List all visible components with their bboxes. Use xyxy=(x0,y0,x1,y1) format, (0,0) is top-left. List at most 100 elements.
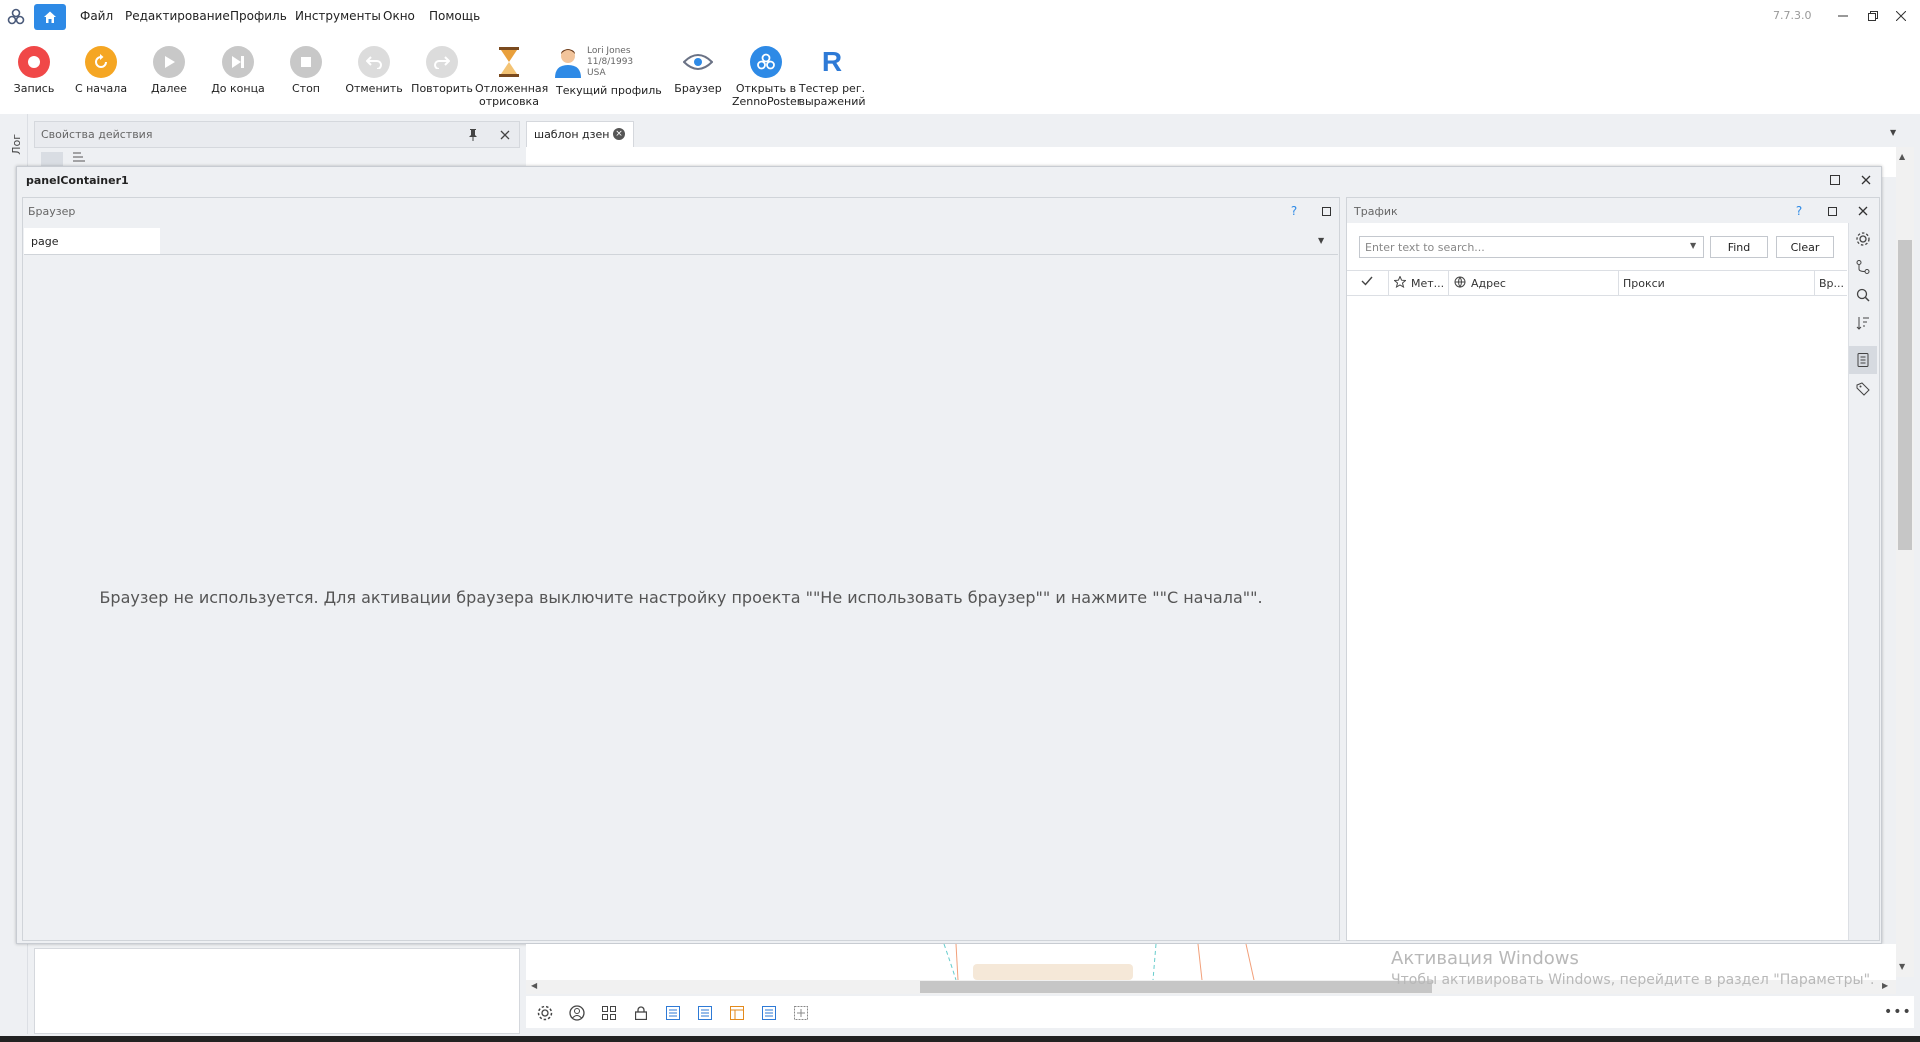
column-separator[interactable] xyxy=(1814,270,1815,296)
search-dropdown-icon[interactable]: ▼ xyxy=(1690,241,1700,253)
pc-maximize-icon[interactable] xyxy=(1827,172,1843,188)
column-method[interactable]: Мет... xyxy=(1411,277,1444,290)
menu-tools[interactable]: Инструменты xyxy=(295,9,381,23)
deferred-render-button[interactable]: Отложенная отрисовка xyxy=(475,46,548,108)
document-tab-strip xyxy=(526,121,1896,147)
column-separator[interactable] xyxy=(1618,270,1619,296)
vertical-scroll-thumb[interactable] xyxy=(1898,240,1912,550)
column-address[interactable]: Адрес xyxy=(1471,277,1506,290)
sort-icon[interactable] xyxy=(1852,312,1874,334)
browser-help-icon[interactable]: ? xyxy=(1286,203,1302,219)
canvas-grid-icon[interactable] xyxy=(599,1003,619,1023)
eye-icon xyxy=(682,46,714,78)
browser-maximize-icon[interactable] xyxy=(1318,203,1334,219)
traffic-maximize-icon[interactable] xyxy=(1824,203,1840,219)
version-label: 7.7.3.0 xyxy=(1773,9,1812,22)
profile-country: USA xyxy=(587,68,606,78)
document-icon[interactable] xyxy=(1852,349,1874,371)
open-zennoposter-button[interactable]: Открыть в ZennoPoster xyxy=(732,46,802,108)
record-icon xyxy=(18,46,50,78)
browser-page-tab-label: page xyxy=(31,235,59,248)
restore-button[interactable] xyxy=(1860,6,1886,26)
tab-list-chevron-icon[interactable]: ▼ xyxy=(1890,128,1896,137)
canvas-table-orange-icon[interactable] xyxy=(727,1003,747,1023)
action-properties-body[interactable] xyxy=(34,948,520,1034)
search-icon[interactable] xyxy=(1852,284,1874,306)
windows-activation-title: Активация Windows xyxy=(1391,948,1579,969)
traffic-search-input[interactable] xyxy=(1359,236,1704,258)
undo-icon xyxy=(358,46,390,78)
next-button[interactable]: Далее xyxy=(135,46,203,95)
scroll-up-icon[interactable]: ▲ xyxy=(1899,152,1905,161)
column-proxy[interactable]: Прокси xyxy=(1623,277,1665,290)
star-icon xyxy=(1393,275,1407,291)
restart-icon xyxy=(85,46,117,78)
menu-profile[interactable]: Профиль xyxy=(230,9,287,23)
redo-icon xyxy=(426,46,458,78)
traffic-help-icon[interactable]: ? xyxy=(1791,203,1807,219)
record-button[interactable]: Запись xyxy=(0,46,68,95)
canvas-list-blue-2-icon[interactable] xyxy=(695,1003,715,1023)
traffic-close-icon[interactable] xyxy=(1855,203,1871,219)
profile-avatar-icon[interactable] xyxy=(553,46,587,80)
open-zp-label-1: Открыть в xyxy=(735,82,797,95)
clear-button[interactable]: Clear xyxy=(1776,236,1834,258)
canvas-add-icon[interactable] xyxy=(791,1003,811,1023)
windows-activation-subtitle: Чтобы активировать Windows, перейдите в … xyxy=(1391,972,1875,988)
props-view-tab-1[interactable] xyxy=(41,152,63,166)
canvas-list-blue-icon[interactable] xyxy=(663,1003,683,1023)
action-properties-title: Свойства действия xyxy=(41,128,153,141)
menu-edit[interactable]: Редактирование xyxy=(125,9,230,23)
log-tab[interactable]: Лог xyxy=(10,134,23,155)
tab-close-icon[interactable]: × xyxy=(613,128,625,140)
minimize-icon xyxy=(1838,15,1848,17)
regex-tester-button[interactable]: R Тестер рег. выражений xyxy=(798,46,866,108)
panel-container-title: panelContainer1 xyxy=(26,174,129,187)
undo-label: Отменить xyxy=(345,82,403,95)
zenno-logo-icon[interactable] xyxy=(7,8,25,26)
menu-window[interactable]: Окно xyxy=(383,9,415,23)
close-button[interactable] xyxy=(1888,6,1914,26)
canvas-settings-icon[interactable] xyxy=(535,1003,555,1023)
regex-label-1: Тестер рег. xyxy=(798,82,866,95)
close-icon xyxy=(1896,11,1906,21)
find-button[interactable]: Find xyxy=(1710,236,1768,258)
open-zp-label-2: ZennoPoster xyxy=(732,95,802,108)
globe-icon xyxy=(1454,276,1466,291)
scroll-right-icon[interactable]: ▶ xyxy=(1882,981,1888,990)
zennoposter-icon xyxy=(750,46,782,78)
minimize-button[interactable] xyxy=(1830,6,1856,26)
to-end-button[interactable]: До конца xyxy=(204,46,272,95)
horizontal-scroll-thumb[interactable] xyxy=(920,981,1432,993)
browser-tabs-chevron-icon[interactable]: ▼ xyxy=(1318,236,1324,245)
redo-label: Повторить xyxy=(411,82,473,95)
pin-icon[interactable] xyxy=(465,127,481,143)
stop-button[interactable]: Стоп xyxy=(272,46,340,95)
column-separator[interactable] xyxy=(1388,270,1389,296)
tag-icon[interactable] xyxy=(1852,378,1874,400)
play-icon xyxy=(153,46,185,78)
current-profile-label[interactable]: Текущий профиль xyxy=(556,84,662,97)
browser-button[interactable]: Браузер xyxy=(664,46,732,95)
scroll-left-icon[interactable]: ◀ xyxy=(531,981,537,990)
menu-file[interactable]: Файл xyxy=(80,9,113,23)
canvas-lock-icon[interactable] xyxy=(631,1003,651,1023)
menu-help[interactable]: Помощь xyxy=(429,9,480,23)
list-icon[interactable] xyxy=(73,152,89,166)
filter-icon[interactable] xyxy=(1852,256,1874,278)
settings-gear-icon[interactable] xyxy=(1852,228,1874,250)
canvas-list-blue-3-icon[interactable] xyxy=(759,1003,779,1023)
restart-button[interactable]: С начала xyxy=(67,46,135,95)
redo-button[interactable]: Повторить xyxy=(408,46,476,95)
column-separator[interactable] xyxy=(1448,270,1449,296)
traffic-panel xyxy=(1346,197,1880,941)
scroll-down-icon[interactable]: ▼ xyxy=(1899,962,1905,971)
pc-close-icon[interactable] xyxy=(1858,172,1874,188)
props-close-icon[interactable] xyxy=(497,127,513,143)
more-options-icon[interactable]: ••• xyxy=(1884,1004,1912,1020)
checkmark-icon[interactable] xyxy=(1361,276,1373,289)
column-time[interactable]: Вр... xyxy=(1819,277,1844,290)
undo-button[interactable]: Отменить xyxy=(340,46,408,95)
canvas-user-icon[interactable] xyxy=(567,1003,587,1023)
home-button[interactable] xyxy=(34,4,66,30)
